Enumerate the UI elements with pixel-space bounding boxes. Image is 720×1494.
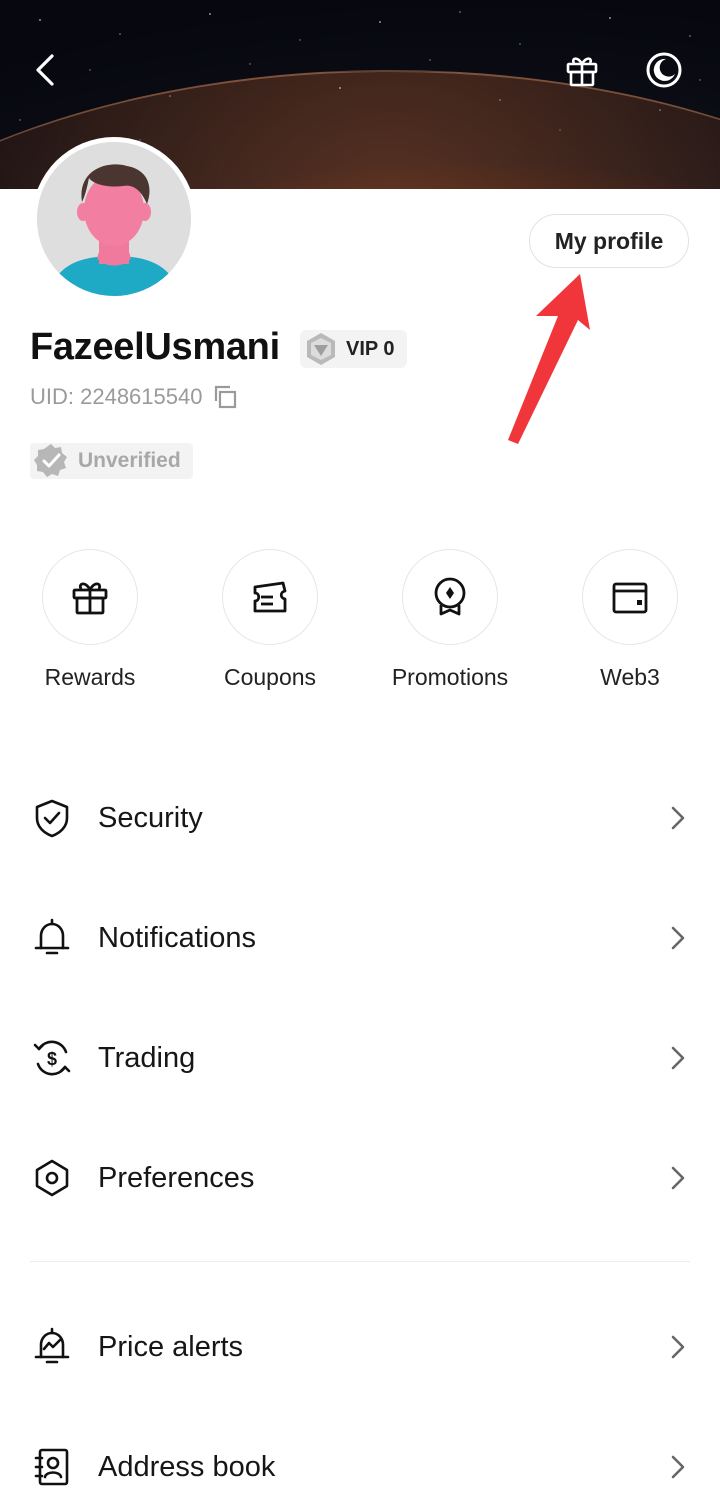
username: FazeelUsmani bbox=[30, 326, 280, 368]
vip-diamond-icon bbox=[307, 333, 335, 365]
quick-action-circle bbox=[42, 549, 138, 645]
moon-icon bbox=[646, 52, 682, 88]
gift-icon bbox=[566, 57, 598, 87]
user-avatar-icon bbox=[37, 142, 191, 296]
chevron-right-icon bbox=[671, 1335, 685, 1359]
menu-item-preferences[interactable]: Preferences bbox=[0, 1138, 720, 1218]
verification-status: Unverified bbox=[78, 449, 181, 472]
menu-item-label: Preferences bbox=[98, 1161, 255, 1194]
annotation-arrow-icon bbox=[508, 274, 590, 444]
menu-item-price-alerts[interactable]: Price alerts bbox=[0, 1307, 720, 1387]
section-divider bbox=[30, 1261, 690, 1262]
my-profile-button[interactable]: My profile bbox=[529, 214, 689, 268]
hexagon-settings-icon bbox=[32, 1158, 72, 1198]
price-alert-icon bbox=[32, 1327, 72, 1367]
avatar[interactable] bbox=[32, 137, 196, 301]
menu-item-label: Notifications bbox=[98, 921, 256, 954]
bell-icon bbox=[32, 918, 72, 958]
chevron-left-icon bbox=[36, 54, 54, 86]
chevron-right-icon bbox=[671, 1046, 685, 1070]
gift-icon bbox=[72, 582, 108, 615]
uid-text: UID: 2248615540 bbox=[30, 384, 203, 409]
quick-action-label: Coupons bbox=[223, 664, 317, 690]
menu-item-trading[interactable]: $ Trading bbox=[0, 1018, 720, 1098]
medal-icon bbox=[434, 577, 466, 616]
quick-action-promotions[interactable]: Promotions bbox=[392, 549, 508, 690]
menu-item-address-book[interactable]: Address book bbox=[0, 1427, 720, 1494]
chevron-right-icon bbox=[671, 1455, 685, 1479]
chevron-right-icon bbox=[671, 926, 685, 950]
quick-action-label: Web3 bbox=[600, 664, 660, 690]
quick-action-coupons[interactable]: Coupons bbox=[222, 549, 318, 690]
gift-button[interactable] bbox=[560, 48, 604, 92]
quick-action-label: Promotions bbox=[391, 664, 509, 690]
quick-action-circle bbox=[222, 549, 318, 645]
menu-item-label: Price alerts bbox=[98, 1330, 244, 1363]
copy-icon[interactable] bbox=[212, 384, 238, 410]
quick-action-circle bbox=[582, 549, 678, 645]
quick-action-circle bbox=[402, 549, 498, 645]
dollar-exchange-icon: $ bbox=[32, 1038, 72, 1078]
chevron-right-icon bbox=[671, 1166, 685, 1190]
vip-level-label: VIP 0 bbox=[346, 337, 395, 360]
menu-item-label: Trading bbox=[98, 1041, 196, 1074]
menu-item-label: Address book bbox=[98, 1450, 276, 1483]
shield-check-icon bbox=[32, 798, 72, 838]
wallet-icon bbox=[612, 582, 648, 614]
menu-item-label: Security bbox=[98, 801, 203, 834]
chevron-right-icon bbox=[671, 806, 685, 830]
menu-item-notifications[interactable]: Notifications bbox=[0, 898, 720, 978]
address-book-icon bbox=[32, 1447, 72, 1487]
svg-text:$: $ bbox=[47, 1049, 57, 1069]
verification-badge[interactable]: Unverified bbox=[30, 443, 193, 479]
uid-row: UID: 2248615540 bbox=[30, 384, 238, 410]
theme-toggle-button[interactable] bbox=[642, 48, 686, 92]
back-button[interactable] bbox=[24, 48, 68, 92]
ticket-icon bbox=[253, 581, 287, 613]
quick-action-rewards[interactable]: Rewards bbox=[42, 549, 138, 690]
menu-item-security[interactable]: Security bbox=[0, 778, 720, 858]
verified-badge-icon bbox=[34, 444, 67, 477]
quick-action-web3[interactable]: Web3 bbox=[582, 549, 678, 690]
avatar-image bbox=[37, 142, 191, 296]
quick-action-label: Rewards bbox=[44, 664, 136, 690]
vip-badge[interactable]: VIP 0 bbox=[300, 330, 407, 368]
